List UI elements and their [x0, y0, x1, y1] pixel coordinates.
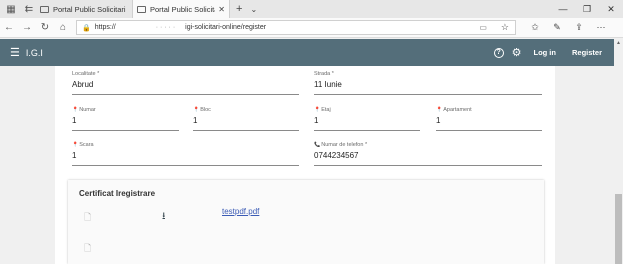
field-underline [314, 94, 542, 95]
add-file-icon[interactable]: 🗋 [84, 241, 91, 257]
browser-tab-strip: ▦ ⇇ Portal Public Solicitari Online Port… [0, 0, 623, 18]
strada-value[interactable]: 11 Iunie [314, 80, 542, 89]
apartament-label: 📍Apartament [436, 107, 472, 113]
scrollbar-thumb[interactable] [615, 194, 622, 264]
favorite-star-icon[interactable]: ☆ [501, 22, 509, 33]
upload-icon[interactable]: ⭳ [162, 209, 166, 226]
localitate-label: Localitate * [72, 71, 100, 77]
location-pin-icon: 📍 [436, 107, 443, 113]
url-host-redacted: · · · · · [155, 24, 176, 31]
tab-favicon-icon [40, 5, 49, 13]
reading-view-icon[interactable]: ▭ [479, 23, 487, 32]
etaj-value[interactable]: 1 [314, 116, 420, 125]
address-bar[interactable]: 🔒 https:// · · · · · igi-solicitari-onli… [76, 20, 516, 35]
tab-title: Portal Public Solicitari C [150, 4, 215, 14]
scara-field[interactable]: 📍Scara 1 [72, 142, 299, 166]
url-path: igi-solicitari-online/register [185, 24, 267, 31]
login-link[interactable]: Log in [533, 48, 556, 57]
field-underline [314, 130, 420, 131]
home-icon[interactable]: ⌂ [54, 22, 72, 33]
bloc-label: 📍Bloc [193, 107, 211, 113]
browser-tab[interactable]: Portal Public Solicitari Online [36, 0, 132, 18]
browser-actions: ✩ ✎ ⇪ ⋯ [524, 22, 612, 33]
location-pin-icon: 📍 [72, 107, 79, 113]
scroll-up-icon[interactable]: ▲ [614, 39, 623, 48]
url-protocol: https:// [94, 24, 116, 31]
apartament-value[interactable]: 1 [436, 116, 542, 125]
location-pin-icon: 📍 [314, 107, 321, 113]
bloc-field[interactable]: 📍Bloc 1 [193, 107, 299, 131]
share-icon[interactable]: ⇪ [568, 22, 590, 33]
field-underline [193, 130, 299, 131]
etaj-field[interactable]: 📍Etaj 1 [314, 107, 420, 131]
forward-arrow-icon[interactable]: → [18, 22, 36, 33]
bloc-value[interactable]: 1 [193, 116, 299, 125]
numar-label: 📍Numar [72, 107, 96, 113]
back-arrow-icon[interactable]: ← [0, 22, 18, 33]
register-link[interactable]: Register [572, 48, 602, 57]
new-tab-icon[interactable]: + [236, 3, 242, 15]
numar-value[interactable]: 1 [72, 116, 179, 125]
localitate-field[interactable]: Localitate * Abrud [72, 71, 299, 95]
strada-label: Strada * [314, 71, 334, 77]
field-underline [436, 130, 542, 131]
delete-file-icon[interactable]: 🗋 [84, 210, 91, 226]
help-icon[interactable]: ? [493, 47, 504, 58]
certificate-card: Certificat Iregistrare 🗋 ⭳ testpdf.pdf 🗋 [68, 180, 544, 264]
numar-field[interactable]: 📍Numar 1 [72, 107, 179, 131]
telefon-field[interactable]: 📞Numar de telefon * 0744234567 [314, 142, 542, 166]
favorites-bar-icon[interactable]: ✩ [524, 22, 546, 33]
vertical-scrollbar[interactable]: ▲ [614, 39, 623, 264]
apartament-field[interactable]: 📍Apartament 1 [436, 107, 542, 131]
lock-icon: 🔒 [82, 24, 91, 32]
restore-icon[interactable]: ❐ [575, 0, 599, 18]
browser-tab-active[interactable]: Portal Public Solicitari C ✕ [132, 0, 230, 18]
workspaces-icon[interactable]: ▦ [4, 2, 18, 16]
minimize-icon[interactable]: — [551, 0, 575, 18]
telefon-label: 📞Numar de telefon * [314, 142, 368, 148]
chevron-down-icon[interactable]: ⌄ [250, 5, 257, 14]
app-header: ☰ I.G.I ? ⚙ Log in Register [0, 39, 614, 66]
strada-field[interactable]: Strada * 11 Iunie [314, 71, 542, 95]
back-tabs-icon[interactable]: ⇇ [22, 2, 36, 16]
pen-icon[interactable]: ✎ [546, 22, 568, 33]
localitate-value[interactable]: Abrud [72, 80, 299, 89]
location-pin-icon: 📍 [72, 142, 79, 148]
phone-icon: 📞 [314, 142, 321, 148]
brand-title[interactable]: I.G.I [26, 48, 43, 58]
more-icon[interactable]: ⋯ [590, 22, 612, 33]
field-underline [72, 165, 299, 166]
etaj-label: 📍Etaj [314, 107, 331, 113]
close-window-icon[interactable]: ✕ [599, 0, 623, 18]
certificate-title: Certificat Iregistrare [79, 189, 156, 198]
field-underline [72, 130, 179, 131]
tab-title: Portal Public Solicitari Online [53, 4, 128, 14]
tab-favicon-icon [137, 5, 146, 13]
gear-icon[interactable]: ⚙ [512, 46, 522, 59]
field-underline [72, 94, 299, 95]
scara-label: 📍Scara [72, 142, 94, 148]
file-link[interactable]: testpdf.pdf [222, 207, 259, 216]
scara-value[interactable]: 1 [72, 151, 299, 160]
browser-toolbar: ← → ↻ ⌂ 🔒 https:// · · · · · igi-solicit… [0, 18, 623, 38]
field-underline [314, 165, 542, 166]
close-tab-icon[interactable]: ✕ [218, 5, 225, 14]
location-pin-icon: 📍 [193, 107, 200, 113]
telefon-value[interactable]: 0744234567 [314, 151, 542, 160]
window-controls: — ❐ ✕ [551, 0, 623, 18]
refresh-icon[interactable]: ↻ [36, 22, 54, 33]
hamburger-menu-icon[interactable]: ☰ [10, 46, 20, 59]
